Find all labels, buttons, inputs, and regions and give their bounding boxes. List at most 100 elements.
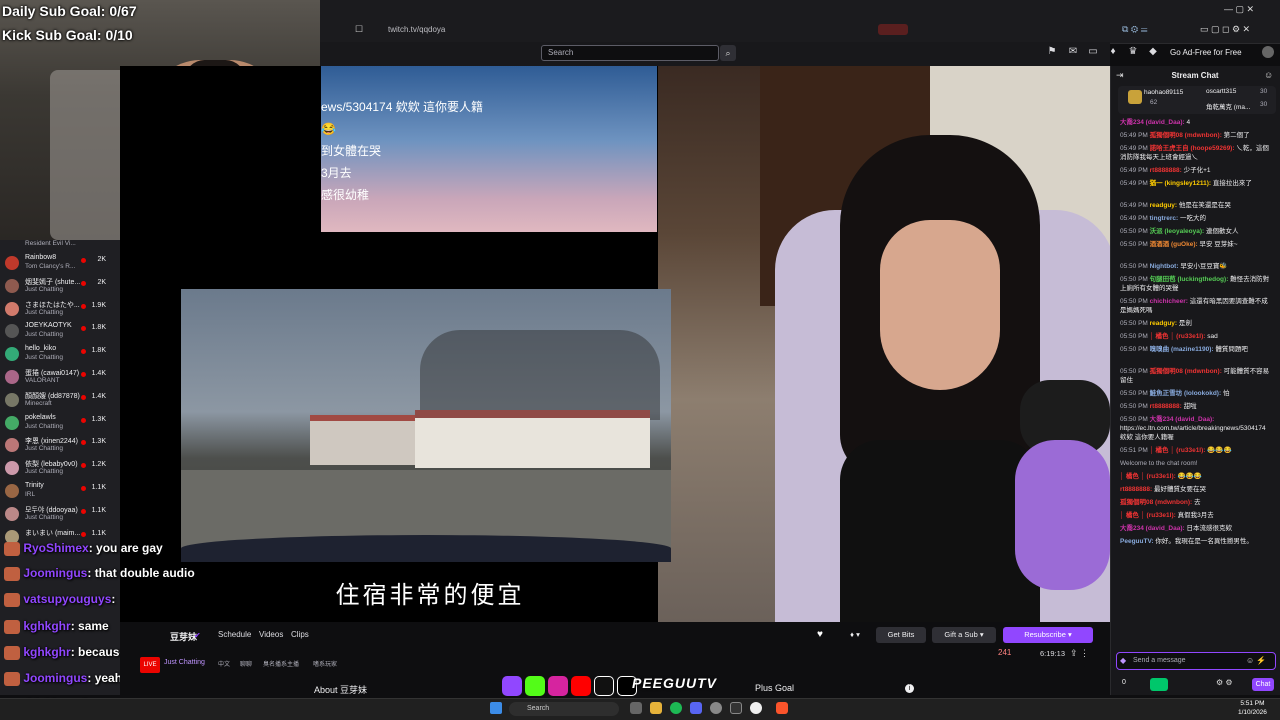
settings-icon[interactable]: ⚙ ⚙ [1216, 678, 1233, 687]
channel-avatar [5, 324, 19, 339]
mail-icon[interactable]: ✉ [1067, 46, 1079, 58]
share-icon[interactable]: ⇪ ⋮ [1070, 648, 1089, 659]
chat-username[interactable]: │ 橘色 │ (ru33e1l): [1150, 447, 1206, 454]
sidebar-channel[interactable]: Trinity IRL 1.1K [0, 481, 120, 503]
overlay-chat-text: : same [70, 619, 109, 633]
users-icon[interactable]: ☺ [1264, 70, 1273, 80]
chat-username[interactable]: 鮭魚正雪坊 (lolookokd): [1150, 390, 1222, 397]
settings-icon[interactable] [710, 702, 722, 714]
channel-name: JOEYKAOTYK [25, 322, 72, 330]
emote-icon[interactable]: ☺ ⚡ [1246, 656, 1266, 665]
channel-points-icon[interactable] [1150, 678, 1168, 691]
obs-icon[interactable] [730, 702, 742, 714]
chat-text: 日本流感很克欸 [1186, 525, 1232, 532]
chat-username[interactable]: Nightbot: [1150, 263, 1179, 270]
chat-username[interactable]: │ 橘色 │ (ru33e1l): [1150, 333, 1206, 340]
search-input[interactable]: Search [541, 45, 719, 61]
tag[interactable]: 聊聊 [240, 659, 252, 668]
chat-username[interactable]: chichicheer: [1150, 298, 1188, 305]
sidebar-channel[interactable]: 모두야 (ddooyaa) Just Chatting 1.1K [0, 504, 120, 526]
ad-free-button[interactable]: Go Ad-Free for Free [1170, 46, 1256, 60]
stream-category[interactable]: Just Chatting [164, 659, 205, 666]
spotify-icon[interactable] [670, 702, 682, 714]
chat-username[interactable]: 嗅嗅曲 (mazine1190): [1150, 346, 1214, 353]
sidebar-channel[interactable]: さまほたはたや... Just Chatting 1.9K [0, 299, 120, 321]
sidebar-channel[interactable]: hello_kiko Just Chatting 1.8K [0, 344, 120, 366]
chat-username[interactable]: rt8888888: [1120, 486, 1152, 493]
channel-name: Trinity [25, 482, 44, 489]
overlay-chat-avatar [4, 566, 20, 581]
bits-icon[interactable]: ◆ [1120, 656, 1126, 665]
chat-username[interactable]: 孤獨個明08 (mdwnbon): [1150, 368, 1222, 375]
window-controls[interactable]: ▭ ▢ ◻ ⚙ ✕ [1200, 24, 1250, 35]
chat-timestamp: 05:49 PM [1120, 180, 1148, 187]
tag[interactable]: 中文 [218, 659, 230, 668]
bits-icon[interactable]: ◆ [1147, 46, 1159, 58]
taskview-icon[interactable] [630, 702, 642, 714]
chat-username[interactable]: 大喬234 (david_Daa): [1120, 525, 1185, 532]
gift-sub-button[interactable]: Gift a Sub ▾ [932, 627, 996, 643]
sidebar-channel[interactable]: 顏顏嫂 (dd87878) Minecraft 1.4K [0, 390, 120, 412]
chat-username[interactable]: rt8888888: [1150, 403, 1182, 410]
avatar[interactable] [1262, 46, 1274, 58]
sidebar-channel[interactable]: JOEYKAOTYK Just Chatting 1.8K [0, 321, 120, 343]
sidebar-channel[interactable]: 依梨 (lebaby0v0) Just Chatting 1.2K [0, 458, 120, 480]
extensions-icon[interactable]: ⧉ ⚙ ☰ [1122, 24, 1147, 35]
sidebar-channel[interactable]: Rainbow8 Tom Clancy's R... 2K [0, 253, 120, 275]
info-icon[interactable]: i [905, 684, 914, 693]
chat-username[interactable]: 大喬234 (david_Daa): [1150, 416, 1215, 423]
chat-username[interactable]: rt8888888: [1150, 167, 1182, 174]
get-bits-label: Get Bits [887, 630, 915, 639]
chat-username[interactable]: readguy: [1150, 320, 1177, 327]
chat-username[interactable]: 大喬234 (david_Daa): [1120, 119, 1185, 126]
chat-send-button[interactable]: Chat [1252, 678, 1274, 691]
chat-username[interactable]: 沃派 (leoyaleoya): [1150, 228, 1205, 235]
taskbar-search[interactable]: Search [509, 702, 619, 716]
tab-videos[interactable]: Videos [259, 630, 283, 639]
bell-icon[interactable]: ♦ [1107, 46, 1119, 58]
chat-username[interactable]: │ 橘色 │ (ru33e1l): [1120, 473, 1176, 480]
chat-text: sad [1207, 333, 1218, 340]
prime-icon[interactable]: ⚑ [1046, 46, 1058, 58]
sidebar-channel[interactable]: 蛋捲 (cawai0147) VALORANT 1.4K [0, 367, 120, 389]
sidebar-channel[interactable]: 李恩 (xinen2244) Just Chatting 1.3K [0, 435, 120, 457]
chat-message: 05:50 PM chichicheer: 這還有暗黑因要調查難不成是媽媽死嗎 [1120, 297, 1270, 315]
channel-points[interactable]: 0 [1122, 679, 1126, 686]
chat-bubble-icon[interactable]: ▭ [1087, 46, 1099, 58]
chat-username[interactable]: 孤獨個明08 (mdwnbon): [1150, 132, 1222, 139]
shield-icon[interactable] [878, 24, 908, 35]
brave-icon[interactable] [776, 702, 788, 714]
chat-username[interactable]: 猶一 (kingsley1211): [1150, 180, 1211, 187]
gift-sub-label: Gift a Sub [944, 630, 978, 639]
chat-username[interactable]: │ 橘色 │ (ru33e1l): [1120, 512, 1176, 519]
chat-username[interactable]: 酒酒酒 (guOke): [1150, 241, 1198, 248]
resubscribe-button[interactable]: Resubscribe ▾ [1003, 627, 1093, 643]
sidebar-channel[interactable]: 烟斐嫣子 (shute... Just Chatting 2K [0, 276, 120, 298]
notification-bell-icon[interactable]: ♦ ▾ [840, 627, 870, 643]
chat-username[interactable]: 句腿田苞 (luckingthedog): [1150, 276, 1229, 283]
windows-start-icon[interactable] [490, 702, 502, 714]
tag[interactable]: 臭名播系主播 [263, 659, 299, 668]
chrome-icon[interactable] [750, 702, 762, 714]
tag[interactable]: 嗜系玩家 [313, 659, 337, 668]
tab-clips[interactable]: Clips [291, 630, 309, 639]
chat-username[interactable]: 孤獨個明08 (mdwnbon): [1120, 499, 1192, 506]
channel-name[interactable]: 豆芽妹 [170, 630, 197, 643]
channel-viewers: 1.2K [91, 461, 106, 469]
tab-schedule[interactable]: Schedule [218, 630, 251, 639]
window-buttons[interactable]: — ▢ ✕ [1224, 4, 1254, 15]
chat-username[interactable]: PeeguuTV: [1120, 538, 1154, 545]
search-icon[interactable]: ⌕ [720, 45, 736, 61]
chat-username[interactable]: 諾哈王虎王自 (hoope59269): [1150, 145, 1235, 152]
channel-viewers: 1.1K [91, 484, 106, 491]
explorer-icon[interactable] [650, 702, 662, 714]
chat-username[interactable]: tingtrerc: [1150, 215, 1179, 222]
discord-icon[interactable] [690, 702, 702, 714]
address-bar[interactable]: twitch.tv/qqdoya [370, 22, 870, 38]
heart-icon[interactable]: ♥ [817, 629, 823, 640]
get-bits-button[interactable]: Get Bits [876, 627, 926, 643]
sidebar-channel[interactable]: pokelawls Just Chatting 1.3K [0, 413, 120, 435]
crown-icon[interactable]: ♛ [1127, 46, 1139, 58]
chat-username[interactable]: readguy: [1150, 202, 1177, 209]
bookmark-icon[interactable]: ☐ [355, 24, 363, 35]
